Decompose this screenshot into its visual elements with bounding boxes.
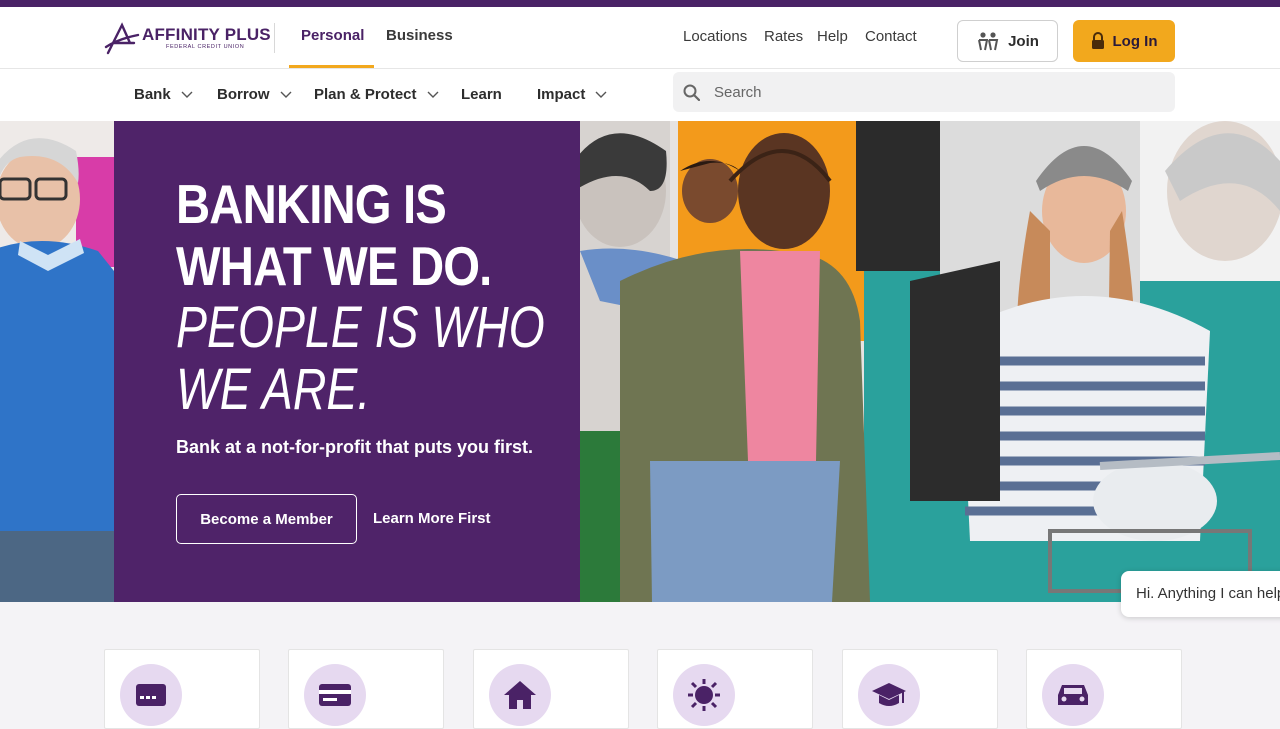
product-card-student-loans[interactable] [842, 649, 998, 729]
header-divider [274, 23, 275, 53]
home-icon [504, 681, 536, 709]
debit-card-icon [319, 684, 351, 706]
chevron-down-icon [280, 91, 291, 98]
headline-line-1: BANKING IS [176, 173, 447, 235]
nav-bank[interactable]: Bank [134, 86, 193, 103]
segment-personal[interactable]: Personal [301, 27, 364, 44]
product-card-retirement[interactable] [657, 649, 813, 729]
join-button[interactable]: Join [957, 20, 1058, 62]
chevron-down-icon [595, 91, 607, 98]
hero-photo-left [0, 121, 114, 602]
logo-mark-icon [104, 22, 140, 55]
nav-impact-label: Impact [537, 86, 586, 103]
nav-borrow-label: Borrow [217, 86, 270, 103]
segment-business[interactable]: Business [386, 27, 453, 44]
car-icon [1058, 685, 1088, 705]
help-link[interactable]: Help [817, 28, 848, 45]
product-card-home-loans[interactable] [473, 649, 629, 729]
nav-plan-protect-label: Plan & Protect [314, 86, 417, 103]
learn-more-first-link[interactable]: Learn More First [373, 510, 491, 527]
hero-headline-italic: PEOPLE IS WHO WE ARE. [176, 297, 545, 421]
search-box[interactable] [673, 72, 1175, 112]
main-nav: Bank Borrow Plan & Protect Learn Impact [0, 69, 1280, 121]
rates-link[interactable]: Rates [764, 28, 803, 45]
headline-italic-line-1: PEOPLE IS WHO [176, 295, 545, 360]
headline-line-2: WHAT WE DO. [176, 235, 492, 297]
hero-banner: BANKING IS WHAT WE DO. PEOPLE IS WHO WE … [0, 121, 1280, 602]
headline-italic-line-2: WE ARE. [176, 357, 371, 422]
active-segment-underline [289, 65, 374, 68]
hero-subtext: Bank at a not-for-profit that puts you f… [176, 437, 533, 457]
brand-subtitle: FEDERAL CREDIT UNION [166, 43, 245, 50]
people-icon [978, 32, 999, 51]
nav-impact[interactable]: Impact [537, 86, 607, 103]
graduation-cap-icon [872, 683, 906, 706]
locations-link[interactable]: Locations [683, 28, 747, 45]
lock-icon [1091, 32, 1104, 49]
product-card-credit-cards[interactable] [104, 649, 260, 729]
hero-message-panel: BANKING IS WHAT WE DO. PEOPLE IS WHO WE … [114, 121, 580, 602]
login-button[interactable]: Log In [1073, 20, 1175, 62]
nav-plan-protect[interactable]: Plan & Protect [314, 86, 439, 103]
login-label: Log In [1112, 32, 1158, 50]
credit-card-icon [136, 684, 166, 706]
people-collage-photo [574, 121, 1280, 602]
product-cards-row [0, 602, 1280, 729]
older-man-photo [0, 121, 114, 602]
nav-borrow[interactable]: Borrow [217, 86, 292, 103]
product-card-checking[interactable] [288, 649, 444, 729]
contact-link[interactable]: Contact [865, 28, 917, 45]
hero-photo-collage [574, 121, 1280, 602]
brand-name: AFFINITY PLUS [142, 24, 271, 44]
nav-learn[interactable]: Learn [461, 86, 502, 103]
product-card-auto-loans[interactable] [1026, 649, 1182, 729]
sun-icon [688, 679, 720, 711]
search-input[interactable] [714, 83, 1154, 101]
join-label: Join [1008, 32, 1039, 50]
search-icon [683, 84, 700, 101]
nav-learn-label: Learn [461, 86, 502, 103]
hero-headline: BANKING IS WHAT WE DO. [176, 173, 492, 297]
chevron-down-icon [427, 91, 439, 98]
brand-logo[interactable]: AFFINITY PLUS FEDERAL CREDIT UNION [104, 21, 274, 55]
chevron-down-icon [181, 91, 193, 98]
top-accent-bar [0, 0, 1280, 7]
become-member-button[interactable]: Become a Member [176, 494, 357, 544]
nav-bank-label: Bank [134, 86, 171, 103]
site-header: AFFINITY PLUS FEDERAL CREDIT UNION Perso… [0, 7, 1280, 69]
